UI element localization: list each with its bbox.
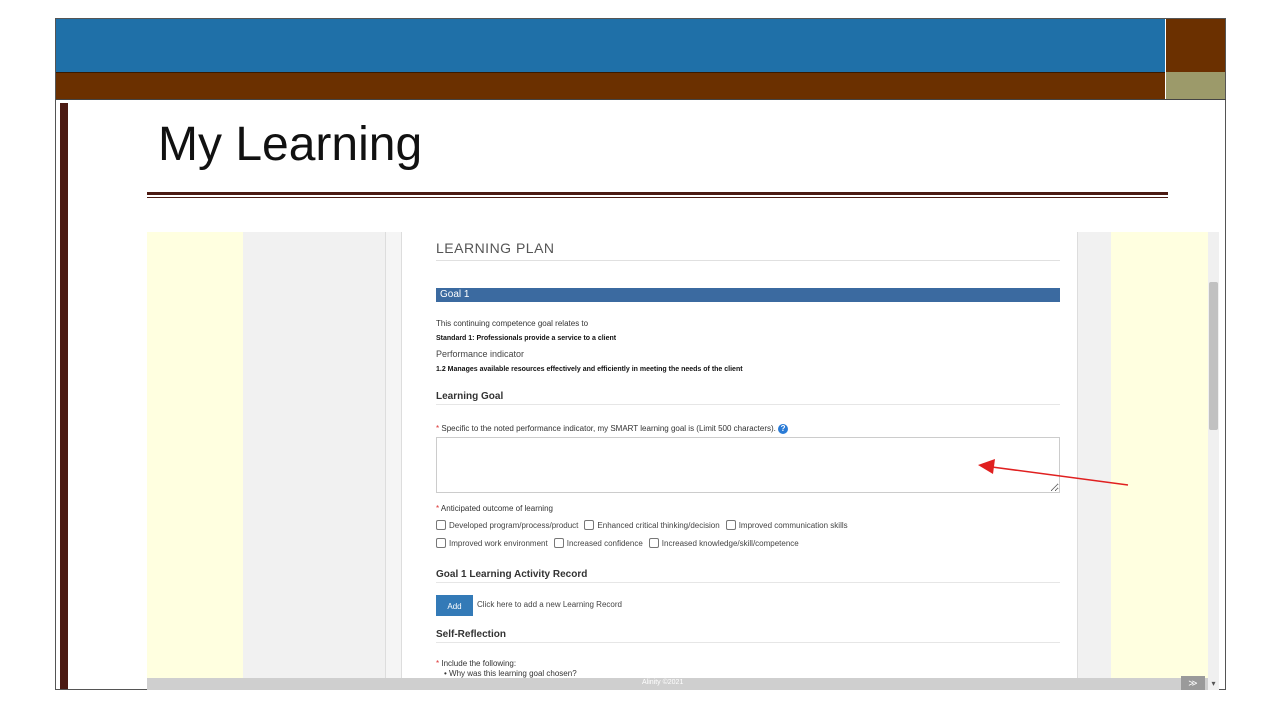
- outcome-option-label: Enhanced critical thinking/decision: [597, 520, 720, 530]
- outcome-option-label: Improved communication skills: [738, 520, 848, 530]
- header-band-brown: [56, 72, 1165, 100]
- outcome-option[interactable]: Improved communication skills: [725, 520, 848, 530]
- left-accent-bar: [60, 103, 68, 689]
- outcome-option[interactable]: Enhanced critical thinking/decision: [584, 520, 720, 530]
- slide-title: My Learning: [158, 118, 423, 171]
- outcome-option[interactable]: Increased confidence: [553, 538, 643, 548]
- required-mark: *: [436, 659, 440, 668]
- outcome-option-label: Improved work environment: [449, 538, 548, 548]
- heading-divider: [436, 260, 1060, 261]
- required-mark: *: [436, 504, 440, 513]
- checkbox[interactable]: [436, 538, 446, 548]
- self-reflection-divider: [436, 642, 1060, 643]
- required-mark: *: [436, 424, 440, 434]
- smart-goal-textarea[interactable]: [436, 437, 1060, 493]
- learning-goal-heading: Learning Goal: [436, 391, 504, 402]
- help-icon[interactable]: ?: [778, 424, 789, 434]
- outcome-option[interactable]: Increased knowledge/skill/competence: [648, 538, 799, 548]
- checkbox[interactable]: [584, 520, 595, 530]
- add-learning-record-button[interactable]: Add: [436, 595, 473, 616]
- outcome-checkbox-row-1: Developed program/process/product Enhanc…: [436, 520, 854, 530]
- title-rule-thin: [147, 197, 1168, 198]
- reflection-bullet-text: Why was this learning goal chosen?: [449, 669, 577, 678]
- outcome-label: * Anticipated outcome of learning: [436, 504, 553, 513]
- activity-record-divider: [436, 582, 1060, 583]
- embedded-screenshot: LEARNING PLAN Goal 1 This continuing com…: [147, 232, 1219, 690]
- outcome-checkbox-row-2: Improved work environment Increased conf…: [436, 538, 805, 548]
- header-underline: [56, 99, 1226, 100]
- outcome-option-label: Increased confidence: [566, 538, 643, 548]
- self-reflection-heading: Self-Reflection: [436, 629, 507, 640]
- relates-text: This continuing competence goal relates …: [436, 319, 589, 328]
- header-band-blue: [56, 19, 1165, 72]
- checkbox[interactable]: [725, 520, 736, 530]
- include-label-text: Include the following:: [441, 659, 517, 668]
- page-gutter-left: [243, 232, 386, 690]
- page-gutter-right: [1077, 232, 1112, 690]
- outcome-label-text: Anticipated outcome of learning: [440, 504, 553, 513]
- scroll-top-button[interactable]: ≫: [1181, 676, 1205, 690]
- smart-goal-label-text: Specific to the noted performance indica…: [441, 424, 776, 434]
- scrollbar-thumb[interactable]: [1209, 282, 1218, 430]
- outcome-option[interactable]: Developed program/process/product: [436, 520, 578, 530]
- corner-block-olive: [1166, 72, 1225, 99]
- performance-indicator-value: 1.2 Manages available resources effectiv…: [436, 366, 743, 373]
- add-learning-record-text: Click here to add a new Learning Record: [477, 600, 622, 609]
- page-margin-right: [1111, 232, 1208, 690]
- reflection-bullet: • Why was this learning goal chosen?: [444, 669, 577, 678]
- learning-plan-heading: LEARNING PLAN: [436, 240, 555, 256]
- learning-goal-divider: [436, 404, 1060, 405]
- outcome-option[interactable]: Improved work environment: [436, 538, 548, 548]
- footer-brand: Alinity ©2021: [642, 679, 684, 686]
- performance-indicator-label: Performance indicator: [436, 349, 525, 359]
- checkbox[interactable]: [436, 520, 446, 530]
- page-margin-left: [147, 232, 243, 690]
- activity-record-heading: Goal 1 Learning Activity Record: [436, 569, 588, 580]
- outcome-option-label: Developed program/process/product: [449, 520, 579, 530]
- goal-header-bar: Goal 1: [436, 288, 1060, 302]
- outcome-option-label: Increased knowledge/skill/competence: [661, 538, 799, 548]
- checkbox[interactable]: [648, 538, 659, 548]
- checkbox[interactable]: [553, 538, 564, 548]
- title-rule-thick: [147, 192, 1168, 195]
- smart-goal-label: * Specific to the noted performance indi…: [436, 424, 789, 434]
- standard-text: Standard 1: Professionals provide a serv…: [436, 335, 617, 342]
- include-label: * Include the following:: [436, 659, 516, 668]
- scroll-down-arrow[interactable]: ▾: [1208, 678, 1219, 690]
- corner-block-brown: [1166, 19, 1225, 72]
